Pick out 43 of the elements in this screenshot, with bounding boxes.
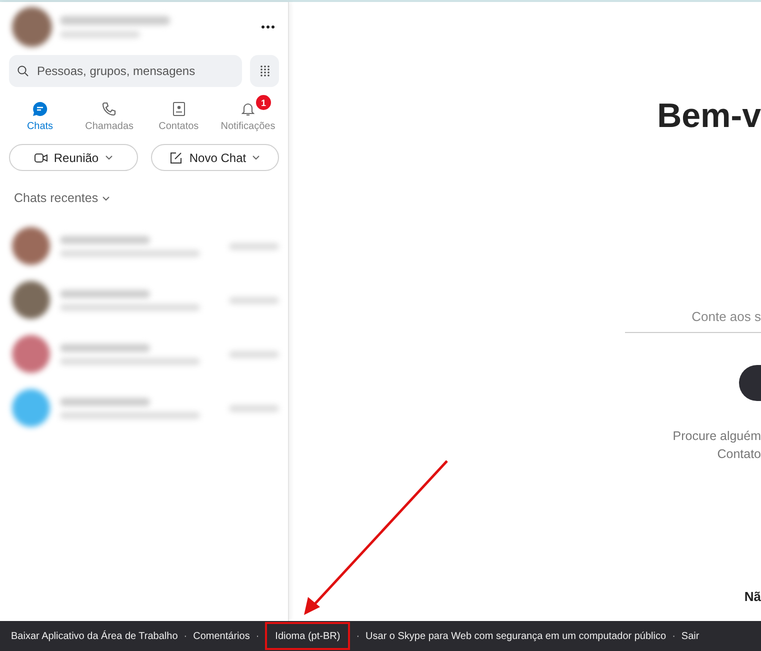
nav-tab[interactable]: Contatos <box>148 95 210 132</box>
blurred-chat-date <box>229 350 279 358</box>
compose-icon <box>169 150 184 164</box>
footer-link[interactable]: Baixar Aplicativo da Área de Trabalho <box>11 630 178 642</box>
blurred-chat-date <box>229 404 279 412</box>
caret-icon <box>102 196 110 200</box>
nav-tab[interactable]: Chats <box>9 95 71 132</box>
nav-tab[interactable]: Notificações 1 <box>216 95 279 132</box>
section-title: Chats recentes <box>14 191 98 205</box>
blurred-avatar <box>12 7 52 47</box>
ellipsis-icon <box>261 25 275 29</box>
search-box[interactable]: Pessoas, grupos, mensagens <box>9 55 242 87</box>
phone-icon <box>101 101 118 117</box>
caret-icon <box>252 155 260 160</box>
dropdown-button[interactable]: Novo Chat <box>150 144 279 171</box>
footer-link[interactable]: Usar o Skype para Web com segurança em um computador público <box>366 630 666 642</box>
caret-icon <box>104 155 113 160</box>
separator-dot: · <box>256 630 260 642</box>
dialpad-icon <box>260 65 270 77</box>
bottom-text: Nã <box>744 589 761 604</box>
footer-link[interactable]: Sair <box>681 630 700 642</box>
chat-bubble-icon <box>32 101 48 117</box>
dark-button-edge[interactable] <box>739 365 761 401</box>
hint-text: Contato <box>717 446 761 463</box>
subtitle-text: Conte aos s <box>692 309 761 324</box>
search-icon <box>17 65 29 77</box>
notification-badge: 1 <box>256 95 271 110</box>
dialpad-button[interactable] <box>250 55 279 87</box>
footer-link[interactable]: Idioma (pt-BR) <box>265 622 350 650</box>
footer-link[interactable]: Comentários <box>193 630 250 642</box>
nav-tab[interactable]: Chamadas <box>78 95 140 132</box>
search-field[interactable]: Pessoas, grupos, mensagens <box>35 63 234 79</box>
dropdown-button[interactable]: Reunião <box>9 144 138 171</box>
hint-text: Procure alguém <box>672 428 761 445</box>
video-camera-icon <box>34 150 48 164</box>
contact-book-icon <box>170 101 187 117</box>
separator-dot: · <box>356 630 360 642</box>
bell-icon <box>240 101 256 117</box>
blurred-chat-date <box>229 296 279 304</box>
welcome-heading: Bem-v <box>657 97 761 136</box>
separator-dot: · <box>672 630 676 642</box>
separator-dot: · <box>184 630 188 642</box>
blurred-chat-date <box>229 242 279 250</box>
